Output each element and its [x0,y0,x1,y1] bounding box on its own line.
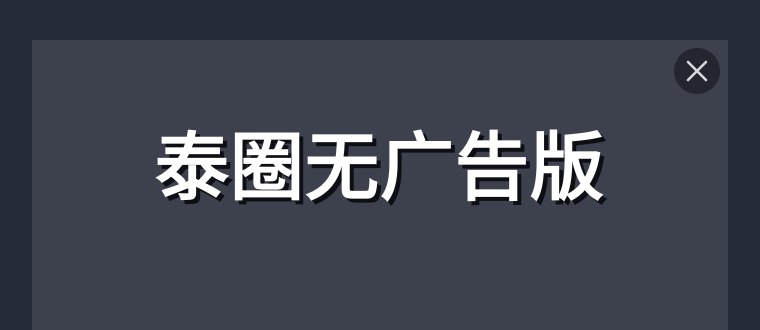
promo-dialog: 泰圈无广告版 [32,40,728,330]
close-icon [686,60,708,82]
close-button[interactable] [674,48,720,94]
dialog-title: 泰圈无广告版 [155,125,605,211]
modal-backdrop[interactable]: 泰圈无广告版 [0,0,760,330]
